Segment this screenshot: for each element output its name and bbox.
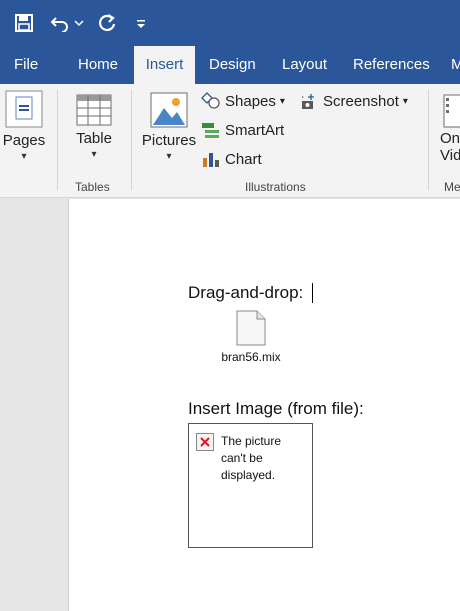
pages-button[interactable]: Pages ▾ <box>2 90 46 162</box>
redo-icon <box>99 14 116 31</box>
chevron-down-icon: ▾ <box>21 151 27 162</box>
media-group-label: Me <box>444 180 460 194</box>
pictures-button[interactable]: Pictures ▾ <box>142 92 196 162</box>
embedded-file-name[interactable]: bran56.mix <box>210 350 292 364</box>
chevron-down-icon: ▾ <box>91 149 97 160</box>
text-cursor <box>312 283 313 303</box>
chevron-down-icon <box>74 20 84 27</box>
insert-image-heading: Insert Image (from file): <box>188 399 364 418</box>
shapes-icon <box>201 91 221 111</box>
screenshot-label: Screenshot <box>323 92 399 110</box>
smartart-icon <box>201 120 221 140</box>
group-divider <box>428 90 429 190</box>
customize-qat-button[interactable] <box>132 8 150 38</box>
tab-insert[interactable]: Insert <box>134 46 195 84</box>
undo-dropdown-button[interactable] <box>72 8 86 38</box>
screenshot-button[interactable]: Screenshot ▾ <box>299 90 408 112</box>
smartart-label: SmartArt <box>225 121 285 139</box>
broken-image-icon <box>196 433 214 451</box>
group-divider <box>57 90 58 190</box>
save-icon <box>15 14 33 32</box>
illustrations-group-label: Illustrations <box>245 180 306 194</box>
pictures-icon <box>150 92 188 128</box>
pictures-label: Pictures <box>141 132 197 149</box>
group-divider <box>131 90 132 190</box>
tab-file[interactable]: File <box>14 46 38 84</box>
table-icon <box>76 94 112 126</box>
online-video-label-line2: Vid <box>440 147 460 164</box>
file-icon[interactable] <box>236 310 266 346</box>
tab-mailings[interactable]: M <box>451 46 460 84</box>
smartart-button[interactable]: SmartArt <box>201 119 284 141</box>
broken-image-placeholder[interactable]: The picture can't be displayed. <box>188 423 313 548</box>
tab-design[interactable]: Design <box>209 46 256 84</box>
chevron-down-icon: ▾ <box>279 95 285 107</box>
undo-icon <box>50 17 68 32</box>
redo-button[interactable] <box>94 8 120 38</box>
broken-image-message: The picture can't be displayed. <box>221 434 282 482</box>
ribbon-tabs: File Home Insert Design Layout Reference… <box>0 46 460 84</box>
video-icon <box>443 94 460 128</box>
pages-label: Pages <box>2 132 46 149</box>
save-button[interactable] <box>10 8 38 38</box>
chart-icon <box>201 149 221 169</box>
tab-references[interactable]: References <box>353 46 430 84</box>
pages-icon <box>5 90 43 128</box>
ribbon: Pages ▾ Table ▾ Tables Pictures ▾ Shapes… <box>0 84 460 198</box>
shapes-label: Shapes <box>225 92 276 110</box>
online-video-button[interactable]: On Vid <box>440 94 460 164</box>
customize-qat-icon <box>137 20 145 28</box>
table-label: Table <box>76 130 112 147</box>
table-button[interactable]: Table ▾ <box>74 94 114 160</box>
document-left-margin <box>0 199 68 611</box>
online-video-label-line1: On <box>440 130 460 147</box>
chart-label: Chart <box>225 150 262 168</box>
undo-button[interactable] <box>48 8 72 38</box>
chevron-down-icon: ▾ <box>166 151 172 162</box>
title-bar <box>0 0 460 46</box>
shapes-button[interactable]: Shapes ▾ <box>201 90 285 112</box>
chart-button[interactable]: Chart <box>201 148 262 170</box>
tab-layout[interactable]: Layout <box>282 46 327 84</box>
drag-drop-heading: Drag-and-drop: <box>188 283 304 302</box>
screenshot-icon <box>299 91 319 111</box>
chevron-down-icon: ▾ <box>402 95 408 107</box>
tables-group-label: Tables <box>75 180 110 194</box>
tab-home[interactable]: Home <box>78 46 118 84</box>
